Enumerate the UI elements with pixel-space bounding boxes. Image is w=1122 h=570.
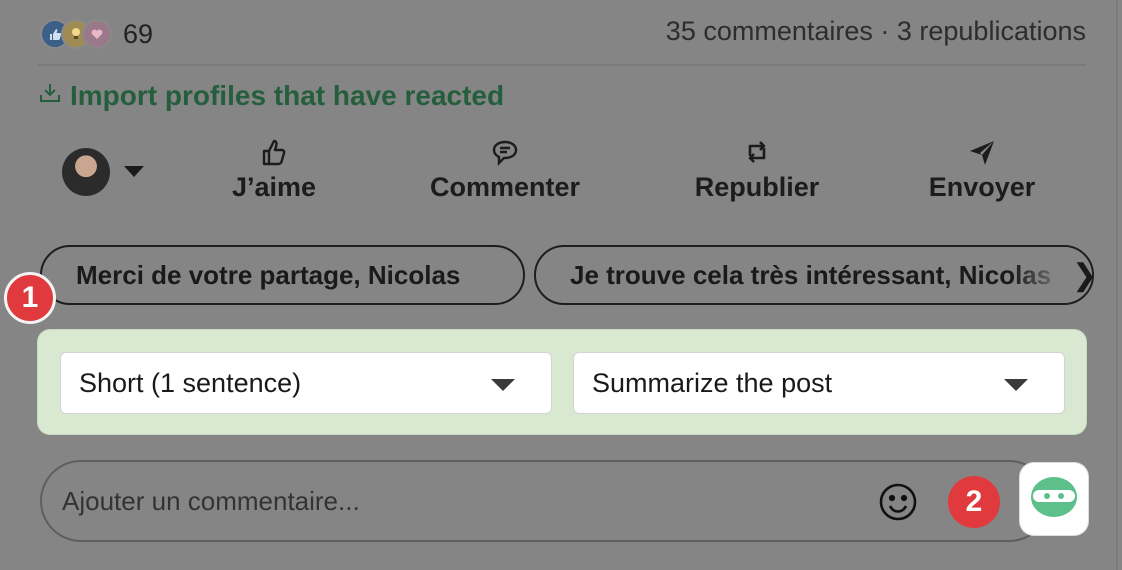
comment-input[interactable]: Ajouter un commentaire...: [40, 460, 1050, 542]
suggested-comment-chip[interactable]: Merci de votre partage, Nicolas: [40, 245, 525, 305]
ai-assistant-button[interactable]: [1020, 463, 1088, 535]
repost-label: Republier: [694, 172, 820, 202]
repost-icon: [690, 136, 824, 168]
length-select-value: Short (1 sentence): [79, 367, 302, 398]
mode-select-value: Summarize the post: [592, 367, 833, 398]
chevron-right-icon[interactable]: ❯: [1072, 258, 1097, 293]
comment-button[interactable]: Commenter: [424, 136, 586, 203]
reaction-count[interactable]: 69: [123, 19, 153, 50]
import-profiles-link[interactable]: Import profiles that have reacted: [38, 80, 504, 112]
chevron-down-icon: [491, 379, 515, 391]
comments-reposts-count[interactable]: 35 commentaires · 3 republications: [666, 16, 1086, 47]
import-profiles-label: Import profiles that have reacted: [70, 80, 505, 111]
suggested-comment-text: Merci de votre partage, Nicolas: [76, 259, 461, 290]
send-icon: [926, 136, 1038, 168]
length-select[interactable]: Short (1 sentence): [60, 352, 552, 414]
step-badge: 1: [4, 272, 56, 324]
comment-icon: [424, 136, 586, 168]
chevron-down-icon: [1004, 379, 1028, 391]
download-icon: [38, 80, 62, 112]
love-icon: [82, 19, 112, 49]
like-label: J’aime: [231, 172, 317, 202]
repost-button[interactable]: Republier: [690, 136, 824, 203]
suggested-comment-chip[interactable]: Je trouve cela très intéressant, Nicolas: [534, 245, 1094, 305]
send-label: Envoyer: [928, 172, 1036, 202]
post-action-bar: J’aime Commenter Republier Envoyer: [62, 136, 1062, 216]
divider: [38, 64, 1086, 66]
suggested-comment-text: Je trouve cela très intéressant, Nicolas: [570, 259, 1052, 290]
emoji-icon[interactable]: [878, 482, 918, 522]
send-button[interactable]: Envoyer: [926, 136, 1038, 203]
comment-label: Commenter: [429, 172, 581, 202]
chevron-down-icon[interactable]: [124, 166, 144, 177]
reactions-summary[interactable]: 69: [40, 14, 153, 54]
avatar[interactable]: [62, 148, 110, 196]
ai-comment-options-panel: Short (1 sentence) Summarize the post: [38, 330, 1086, 434]
panel-border: [1116, 0, 1118, 570]
robot-icon: [1029, 475, 1079, 524]
comment-placeholder: Ajouter un commentaire...: [62, 486, 360, 516]
mode-select[interactable]: Summarize the post: [573, 352, 1065, 414]
step-badge: 2: [948, 476, 1000, 528]
thumbs-up-icon: [222, 136, 326, 168]
like-button[interactable]: J’aime: [222, 136, 326, 203]
